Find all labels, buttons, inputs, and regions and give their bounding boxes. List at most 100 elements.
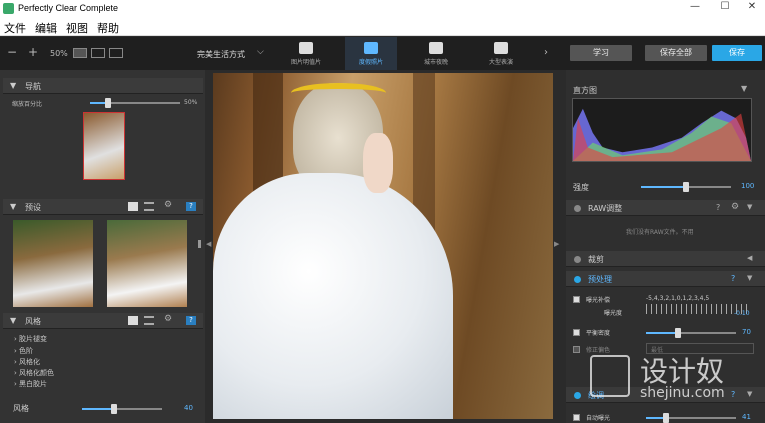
menu-file[interactable]: 文件 [4,20,26,36]
list-item[interactable]: › 色阶 [14,346,33,356]
chevron-down-icon[interactable]: ⌵ [257,47,264,57]
auto-exposure-slider[interactable] [646,413,736,423]
slider-knob[interactable] [683,182,689,192]
zoom-percent-label: 缩放百分比 [12,101,43,108]
preset-tab-label: 图片明值片 [290,59,321,66]
preset-group-select[interactable]: 完美生活方式 [197,49,245,60]
zoom-out-button[interactable]: − [7,45,17,59]
maximize-button[interactable]: ☐ [710,1,740,15]
auto-exposure-checkbox[interactable] [573,414,580,421]
grid-view-icon[interactable] [128,316,138,325]
help-icon[interactable]: ? [186,202,196,211]
looks-title: 风格 [25,317,41,326]
exposure-checkbox[interactable] [573,296,580,303]
exposure-value: -0.10 [734,310,750,317]
app-icon [3,3,14,14]
dropdown-icon[interactable]: ▼ [741,84,747,93]
grid-view-icon[interactable] [128,202,138,211]
section-toggle-icon[interactable] [574,276,581,283]
preset-tab-show[interactable]: 大型表演 [475,37,527,70]
white-dress [213,173,453,419]
preprocess-title: 预处理 [588,275,612,284]
gear-icon[interactable]: ⚙ [164,314,174,324]
help-icon[interactable]: ? [716,203,720,212]
looks-header[interactable]: ▼ 风格 ⚙ ? [3,313,203,329]
section-toggle-icon[interactable] [574,256,581,263]
slider-knob[interactable] [111,404,117,414]
save-all-button[interactable]: 保存全部 [645,45,707,61]
close-button[interactable]: ✕ [737,1,765,15]
collapse-left-panel-icon[interactable]: ◀ [206,240,211,248]
look-strength-slider[interactable] [82,404,162,414]
menu-bar: 文件 编辑 视图 帮助 [0,18,765,36]
preset-tab-city-night[interactable]: 城市夜晚 [410,37,462,70]
help-icon[interactable]: ? [731,390,735,399]
exposure-scale: -5,4,3,2,1,0,1,2,3,4,5 [646,295,710,302]
preset-next-button[interactable]: › [544,47,548,58]
crop-header[interactable]: 裁剪 ◀ [566,251,765,267]
list-view-icon[interactable] [144,202,154,211]
menu-help[interactable]: 帮助 [97,20,119,36]
stage-icon [494,42,508,54]
gear-icon[interactable]: ⚙ [731,202,739,212]
preset-thumbnail[interactable] [107,220,187,307]
slider-fill [646,332,678,334]
side-by-side-view-icon[interactable] [109,48,123,58]
list-item[interactable]: › 黑白胶片 [14,379,47,389]
strength-label: 强度 [573,183,589,192]
navigator-zoom-slider[interactable] [90,98,180,108]
list-item[interactable]: › 风格化 [14,357,40,367]
split-view-icon[interactable] [91,48,105,58]
fix-cast-checkbox[interactable] [573,346,580,353]
help-icon[interactable]: ? [731,274,735,283]
title-bar: Perfectly Clear Complete — ☐ ✕ [0,0,765,18]
balance-slider[interactable] [646,328,736,338]
menu-view[interactable]: 视图 [66,20,88,36]
scroll-handle[interactable] [198,240,201,248]
palm-tree-icon [364,42,378,54]
slider-knob[interactable] [662,413,669,423]
preset-tab-image[interactable]: 图片明值片 [280,37,332,70]
minimize-button[interactable]: — [680,1,710,15]
balance-checkbox[interactable] [573,329,580,336]
exposure-label: 曝光补偿 [586,297,611,304]
preset-thumbnail[interactable] [13,220,93,307]
zoom-in-button[interactable]: + [28,45,38,59]
collapse-triangle-icon: ▼ [10,316,17,325]
preprocess-header[interactable]: 预处理 ? ▼ [566,271,765,287]
section-toggle-icon[interactable] [574,205,581,212]
look-strength-value: 40 [184,404,193,412]
gear-icon[interactable]: ⚙ [164,200,174,210]
raw-adjust-header[interactable]: RAW调整 ? ⚙ ▼ [566,200,765,216]
strength-slider[interactable] [641,182,731,192]
expand-triangle-icon[interactable]: ◀ [747,254,752,262]
auto-exposure-value: 41 [742,413,751,421]
collapse-triangle-icon[interactable]: ▼ [747,274,752,282]
list-view-icon[interactable] [144,316,154,325]
toolbar: − + 50% 完美生活方式 ⌵ 图片明值片 度假照片 城市夜晚 大型表演 › … [0,37,765,70]
navigator-thumbnail[interactable] [83,112,125,180]
preset-tab-label: 大型表演 [488,59,513,66]
preset-tab-vacation[interactable]: 度假照片 [345,37,397,70]
fix-cast-label: 修正偏色 [586,347,611,354]
navigator-title: 导航 [25,82,41,91]
collapse-triangle-icon[interactable]: ▼ [747,390,752,398]
collapse-right-panel-icon[interactable]: ▶ [554,240,559,248]
navigator-header[interactable]: ▼ 导航 [3,78,203,94]
learn-button[interactable]: 学习 [570,45,632,61]
collapse-triangle-icon[interactable]: ▼ [747,203,752,211]
save-button[interactable]: 保存 [712,45,762,61]
help-icon[interactable]: ? [186,316,196,325]
watermark-text: 设计奴 [640,355,725,388]
menu-edit[interactable]: 编辑 [35,20,57,36]
single-view-icon[interactable] [73,48,87,58]
presets-header[interactable]: ▼ 预设 ⚙ ? [3,199,203,215]
section-toggle-icon[interactable] [574,392,581,399]
image-canvas[interactable]: ◀ ▶ [205,70,559,423]
list-item[interactable]: › 风格化颜色 [14,368,54,378]
list-item[interactable]: › 胶片褪变 [14,334,47,344]
slider-knob[interactable] [674,328,681,338]
slider-knob[interactable] [105,98,111,108]
main-photo[interactable] [213,73,553,419]
navigator-zoom-value: 50% [184,99,198,106]
